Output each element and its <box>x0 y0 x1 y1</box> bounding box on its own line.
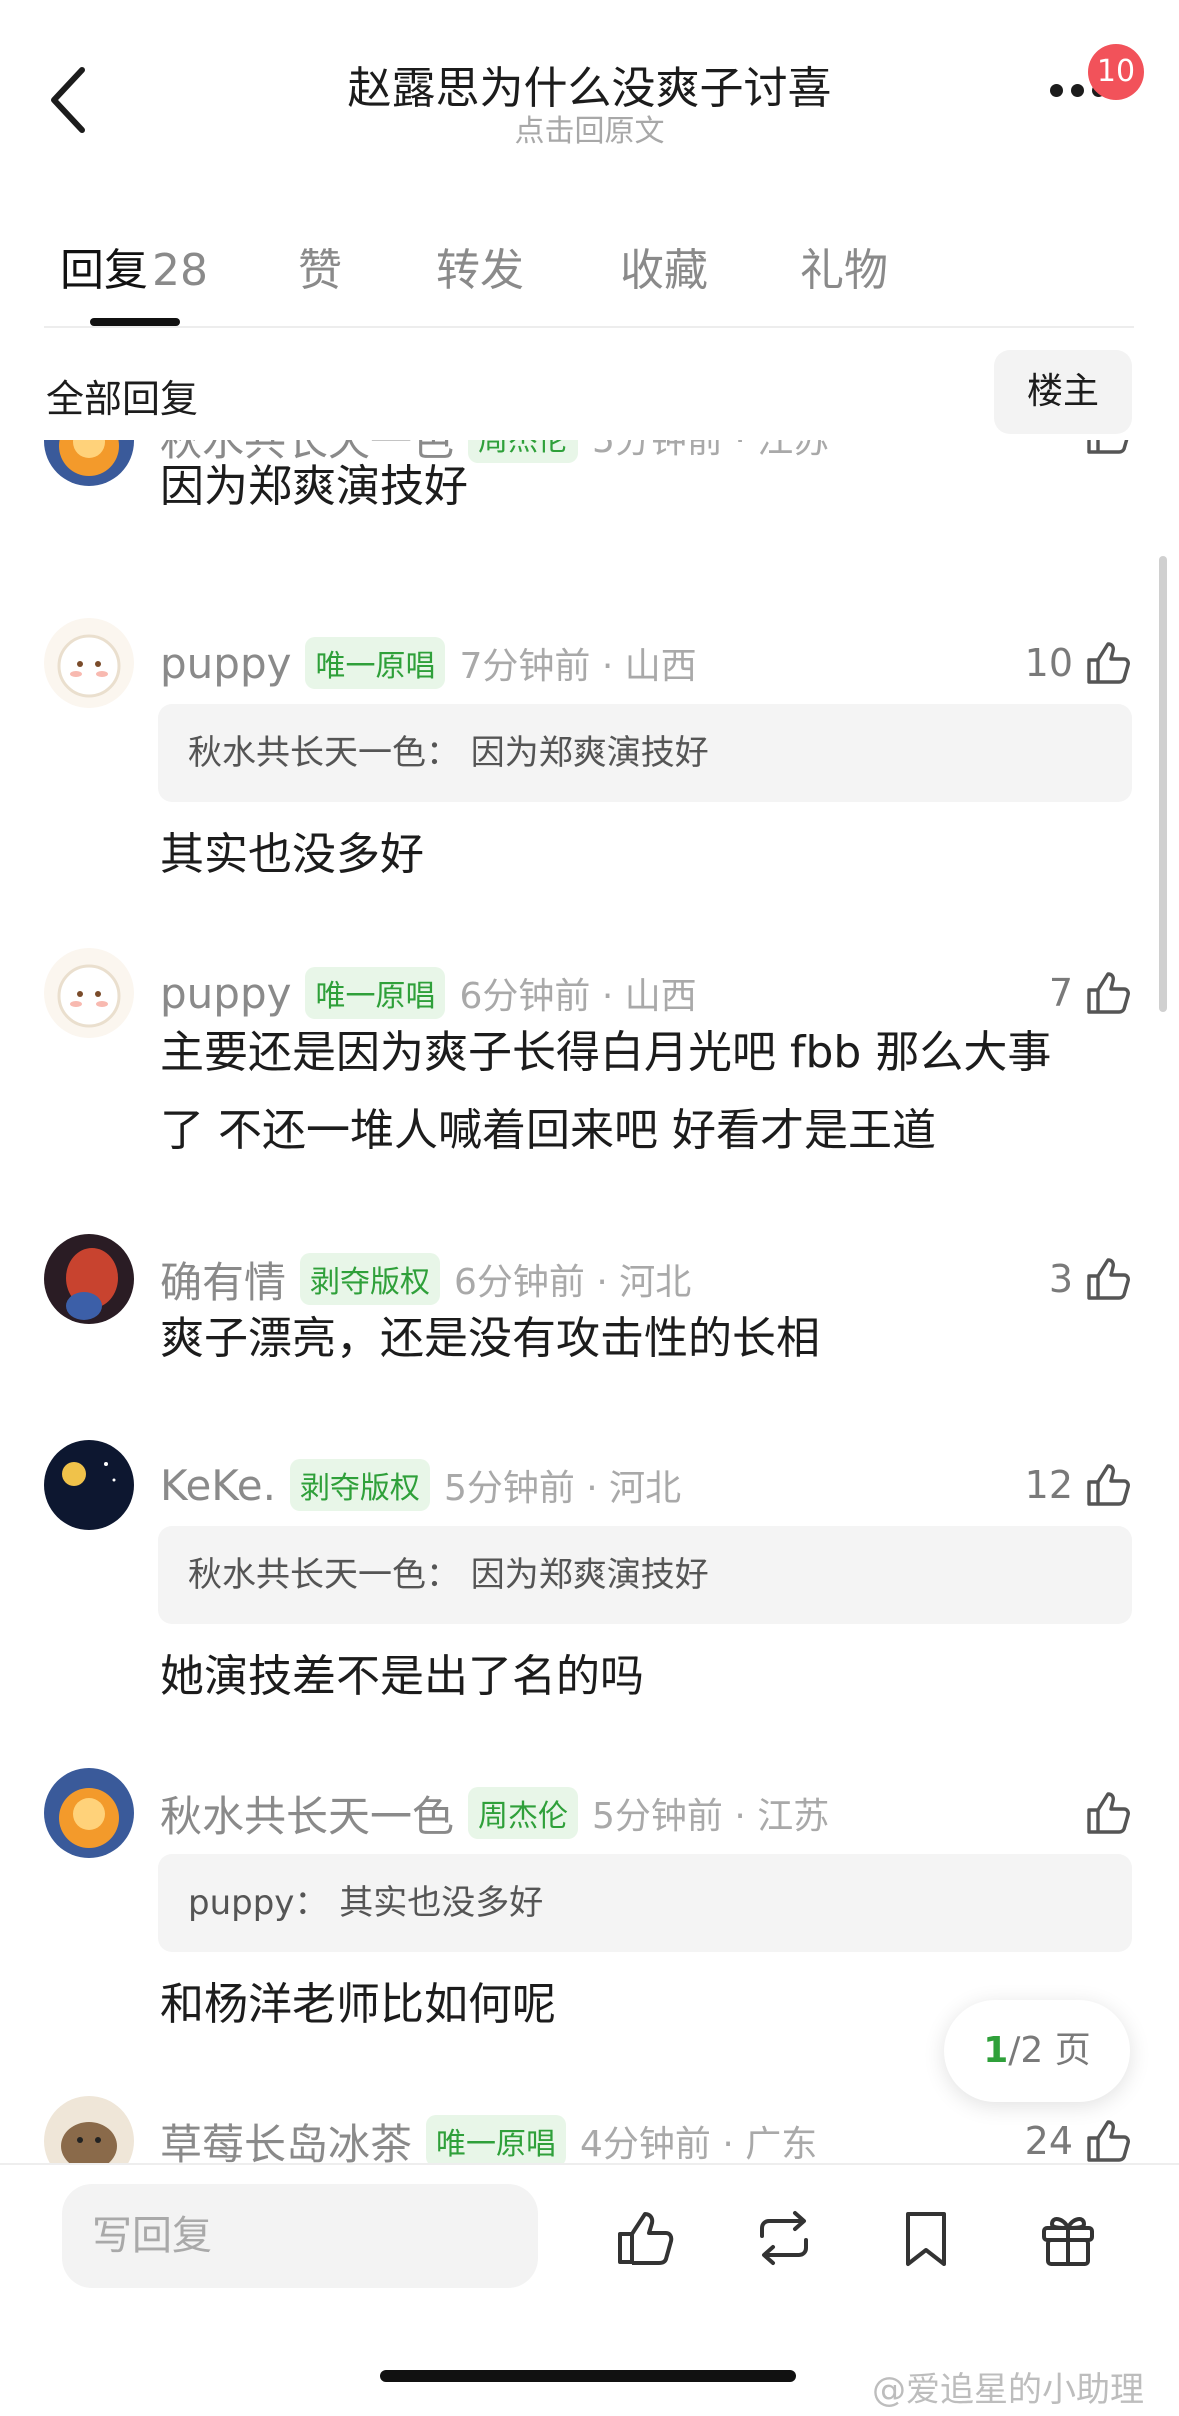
watermark: @爱追星的小助理 <box>872 2370 1144 2410</box>
tab-favorites[interactable]: 收藏 <box>620 234 708 298</box>
avatar[interactable] <box>44 948 134 1038</box>
reply-count: 28 <box>152 245 208 296</box>
tab-gifts[interactable]: 礼物 <box>800 234 888 298</box>
comment-list[interactable]: 秋水共长天一色 周杰伦 5分钟前 · 江苏 因为郑爽演技好 puppy 唯一原唱… <box>0 440 1179 2165</box>
username[interactable]: KeKe. <box>160 1461 276 1510</box>
like-icon[interactable] <box>612 2206 676 2270</box>
fan-badge: 唯一原唱 <box>305 637 446 689</box>
thumbs-up-icon <box>1087 1258 1130 1300</box>
like-count: 24 <box>1024 2119 1073 2163</box>
like-button[interactable]: 12 <box>1025 1458 1133 1512</box>
tab-likes[interactable]: 赞 <box>298 234 342 298</box>
username[interactable]: 秋水共长天一色 <box>160 1783 454 1844</box>
divider <box>44 326 1134 328</box>
section-title: 全部回复 <box>46 377 199 421</box>
time-location: 6分钟前 · 山西 <box>459 976 697 1017</box>
username[interactable]: 草莓长岛冰茶 <box>160 2111 412 2166</box>
comment-text: 因为郑爽演技好 <box>160 461 468 512</box>
notification-badge: 10 <box>1088 44 1144 100</box>
thumbs-up-icon <box>1087 1792 1130 1834</box>
time-location: 5分钟前 · 江苏 <box>592 1796 830 1837</box>
thumbs-up-icon <box>1087 1464 1130 1506</box>
avatar[interactable] <box>44 618 134 708</box>
divider <box>0 2163 1179 2165</box>
username[interactable]: puppy <box>160 969 291 1018</box>
total-pages: /2 页 <box>1008 2030 1091 2071</box>
comment-meta: KeKe. 剥夺版权 5分钟前 · 河北 <box>160 1459 682 1511</box>
fan-badge: 剥夺版权 <box>289 1459 430 1511</box>
fan-badge: 周杰伦 <box>468 1787 579 1839</box>
fan-badge: 唯一原唱 <box>305 967 446 1019</box>
like-count: 7 <box>1048 971 1073 1015</box>
avatar[interactable] <box>44 1440 134 1530</box>
comment-text: 她演技差不是出了名的吗 <box>160 1651 644 1702</box>
comment-text-line: 主要还是因为爽子长得白月光吧 fbb 那么大事 <box>160 1027 1052 1078</box>
tab-label: 回复 <box>60 245 148 296</box>
thumbs-up-icon <box>1087 2120 1130 2162</box>
like-button[interactable]: 7 <box>1049 966 1133 1020</box>
time-location: 7分钟前 · 山西 <box>459 646 697 687</box>
like-button[interactable]: 24 <box>1025 2114 1133 2165</box>
comment-text-line: 了 不还一堆人喊着回来吧 好看才是王道 <box>160 1105 936 1156</box>
comment-meta: 确有情 剥夺版权 6分钟前 · 河北 <box>160 1253 692 1307</box>
top-bar: 赵露思为什么没爽子讨喜 点击回原文 10 <box>0 0 1179 170</box>
like-count: 3 <box>1048 1257 1073 1301</box>
quoted-reply[interactable]: 秋水共长天一色： 因为郑爽演技好 <box>158 1526 1132 1624</box>
current-page: 1 <box>983 2030 1009 2071</box>
avatar[interactable] <box>44 2096 134 2165</box>
thumbs-up-icon <box>1087 972 1130 1014</box>
home-indicator <box>380 2370 796 2382</box>
bookmark-icon[interactable] <box>894 2206 958 2270</box>
comment-text: 其实也没多好 <box>160 829 424 880</box>
like-count: 12 <box>1024 1463 1073 1507</box>
fan-badge: 唯一原唱 <box>426 2115 567 2165</box>
thumbs-up-icon <box>1087 642 1130 684</box>
gift-icon[interactable] <box>1036 2206 1100 2270</box>
comment-text: 主要还是因为爽子长得白月光吧 fbb 那么大事 了 不还一堆人喊着回来吧 好看才… <box>160 1014 1140 1170</box>
comment-meta: puppy 唯一原唱 7分钟前 · 山西 <box>160 637 697 689</box>
username[interactable]: puppy <box>160 639 291 688</box>
back-to-original-link[interactable]: 点击回原文 <box>0 106 1179 150</box>
comment-meta: 秋水共长天一色 周杰伦 5分钟前 · 江苏 <box>160 1787 830 1841</box>
like-button[interactable]: 10 <box>1025 636 1133 690</box>
owner-filter-button[interactable]: 楼主 <box>994 350 1132 434</box>
quoted-reply[interactable]: 秋水共长天一色： 因为郑爽演技好 <box>158 704 1132 802</box>
comment-text: 爽子漂亮，还是没有攻击性的长相 <box>160 1313 820 1364</box>
tab-active-indicator <box>90 318 180 326</box>
avatar[interactable] <box>44 440 134 486</box>
like-count: 10 <box>1024 641 1073 685</box>
like-button[interactable]: 3 <box>1049 1252 1133 1306</box>
scrollbar[interactable] <box>1159 556 1167 1012</box>
avatar[interactable] <box>44 1234 134 1324</box>
repost-icon[interactable] <box>752 2206 816 2270</box>
page-indicator[interactable]: 1/2 页 <box>944 2000 1130 2102</box>
tab-reposts[interactable]: 转发 <box>436 234 524 298</box>
time-location: 5分钟前 · 河北 <box>443 1468 682 1509</box>
quoted-reply[interactable]: puppy： 其实也没多好 <box>158 1854 1132 1952</box>
like-button[interactable] <box>1083 1786 1133 1840</box>
avatar[interactable] <box>44 1768 134 1858</box>
time-location: 6分钟前 · 河北 <box>454 1262 692 1303</box>
comment-meta: puppy 唯一原唱 6分钟前 · 山西 <box>160 967 697 1019</box>
tab-replies[interactable]: 回复28 <box>60 234 208 298</box>
fan-badge: 剥夺版权 <box>300 1253 441 1305</box>
tab-bar: 回复28 赞 转发 收藏 礼物 <box>0 220 1179 328</box>
time-location: 4分钟前 · 广东 <box>580 2124 818 2165</box>
comment-meta: 草莓长岛冰茶 唯一原唱 4分钟前 · 广东 <box>160 2115 818 2165</box>
reply-input[interactable]: 写回复 <box>62 2184 538 2288</box>
